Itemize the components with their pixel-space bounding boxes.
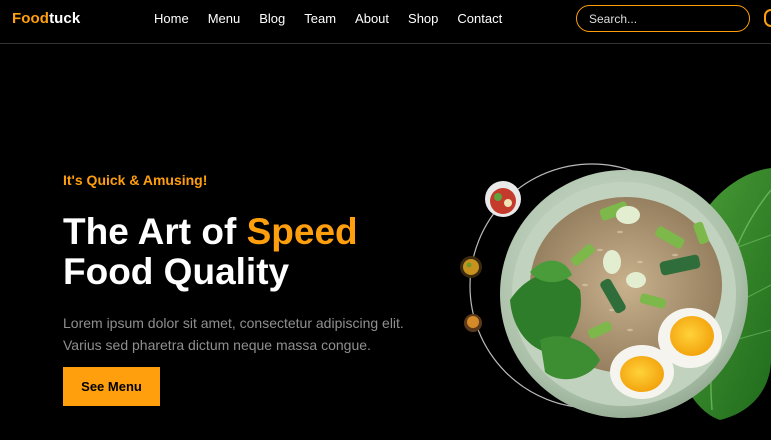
cut-off-header-icon[interactable] [764, 9, 771, 27]
see-menu-button[interactable]: See Menu [63, 367, 160, 406]
site-header: Foodtuck Home Menu Blog Team About Shop … [0, 0, 771, 44]
brand-logo-accent: Food [12, 10, 50, 27]
brand-logo-rest: tuck [49, 10, 81, 27]
main-nav: Home Menu Blog Team About Shop Contact [154, 11, 521, 26]
hero-headline: The Art of Speed Food Quality [63, 212, 358, 292]
nav-item-shop[interactable]: Shop [408, 11, 438, 26]
nav-item-home[interactable]: Home [154, 11, 189, 26]
nav-item-about[interactable]: About [355, 11, 389, 26]
spice-bowl-thumbnail-icon[interactable] [464, 314, 482, 332]
headline-part1: The Art of [63, 211, 247, 252]
rice-salad-plate-icon [500, 170, 748, 418]
green-leaf-icon [670, 168, 771, 420]
nav-item-menu[interactable]: Menu [208, 11, 241, 26]
search-box [576, 5, 750, 32]
headline-part2: Food Quality [63, 251, 290, 292]
brand-logo[interactable]: Foodtuck [12, 10, 80, 27]
hero-description: Lorem ipsum dolor sit amet, consectetur … [63, 312, 443, 356]
nav-item-contact[interactable]: Contact [457, 11, 502, 26]
headline-highlight: Speed [246, 211, 358, 252]
boiled-egg-icon [658, 308, 722, 368]
boiled-egg-icon [610, 345, 674, 399]
salad-bowl-thumbnail-icon[interactable] [485, 181, 521, 217]
description-line-1: Lorem ipsum dolor sit amet, consectetur … [63, 315, 404, 331]
nav-item-team[interactable]: Team [304, 11, 336, 26]
description-line-2: Varius sed pharetra dictum neque massa c… [63, 337, 371, 353]
hero-tagline: It's Quick & Amusing! [63, 172, 208, 188]
search-input[interactable] [589, 10, 729, 28]
curry-bowl-thumbnail-icon[interactable] [460, 256, 482, 278]
nav-item-blog[interactable]: Blog [259, 11, 285, 26]
